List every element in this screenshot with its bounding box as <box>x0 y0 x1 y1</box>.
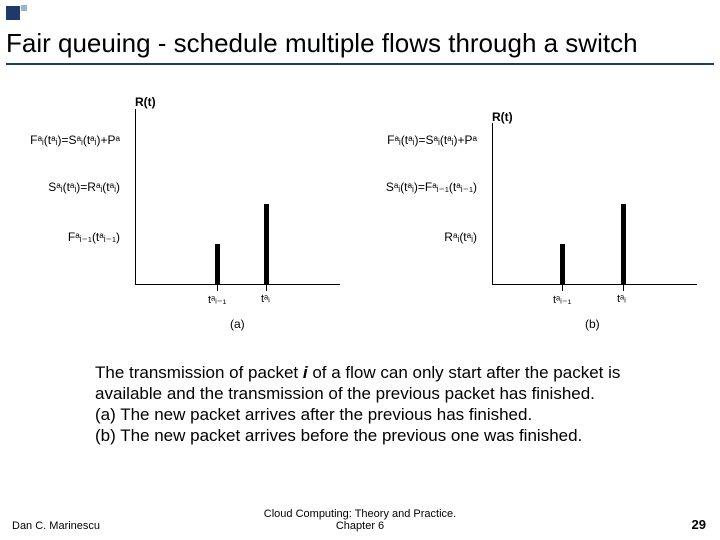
x-tick-label: tᵃᵢ <box>617 293 626 305</box>
bar-prev <box>560 244 565 284</box>
y-left-label: Sᵃᵢ(tᵃᵢ)=Fᵃᵢ₋₁(tᵃᵢ₋₁) <box>386 180 477 194</box>
chart-area: R(t) Fᵃᵢ(tᵃᵢ)=Sᵃᵢ(tᵃᵢ)+Pᵃ Sᵃᵢ(tᵃᵢ)=Rᵃᵢ(t… <box>0 95 720 345</box>
bar-new <box>264 204 269 284</box>
footer-title: Cloud Computing: Theory and Practice. Ch… <box>0 508 720 532</box>
page-number: 29 <box>692 517 706 532</box>
x-tick <box>562 284 563 291</box>
y-left-label: Rᵃᵢ(tᵃᵢ) <box>444 230 477 244</box>
x-tick <box>266 284 267 291</box>
y-left-label: Fᵃᵢ₋₁(tᵃᵢ₋₁) <box>68 230 120 244</box>
y-axis-label: R(t) <box>135 95 156 109</box>
body-p3: (b) The new packet arrives before the pr… <box>95 426 582 445</box>
body-p2: (a) The new packet arrives after the pre… <box>95 405 532 424</box>
x-tick <box>623 284 624 291</box>
slide-bullet-decoration <box>6 6 30 25</box>
body-p1a: The transmission of packet <box>95 363 303 382</box>
square-icon <box>21 5 27 11</box>
y-axis <box>492 123 493 284</box>
footer-title-l2: Chapter 6 <box>336 520 384 532</box>
y-axis-label: R(t) <box>492 110 513 124</box>
chart-caption: (b) <box>585 317 600 331</box>
x-axis <box>492 284 697 285</box>
x-axis <box>135 284 340 285</box>
y-left-label: Sᵃᵢ(tᵃᵢ)=Rᵃᵢ(tᵃᵢ) <box>48 180 120 194</box>
footer-title-l1: Cloud Computing: Theory and Practice. <box>264 508 456 520</box>
chart-caption: (a) <box>230 317 245 331</box>
slide: Fair queuing - schedule multiple flows t… <box>0 0 720 540</box>
x-tick <box>217 284 218 291</box>
bar-new <box>621 204 626 284</box>
square-icon <box>6 6 20 20</box>
x-tick-label: tᵃᵢ₋₁ <box>553 293 571 306</box>
y-axis <box>135 109 136 284</box>
bar-prev <box>215 244 220 284</box>
body-text: The transmission of packet i of a flow c… <box>95 362 685 446</box>
x-tick-label: tᵃᵢ <box>261 293 270 305</box>
x-tick-label: tᵃᵢ₋₁ <box>208 293 226 306</box>
y-left-label: Fᵃᵢ(tᵃᵢ)=Sᵃᵢ(tᵃᵢ)+Pᵃ <box>30 133 120 147</box>
y-left-label: Fᵃᵢ(tᵃᵢ)=Sᵃᵢ(tᵃᵢ)+Pᵃ <box>387 133 477 147</box>
page-title: Fair queuing - schedule multiple flows t… <box>6 28 714 65</box>
